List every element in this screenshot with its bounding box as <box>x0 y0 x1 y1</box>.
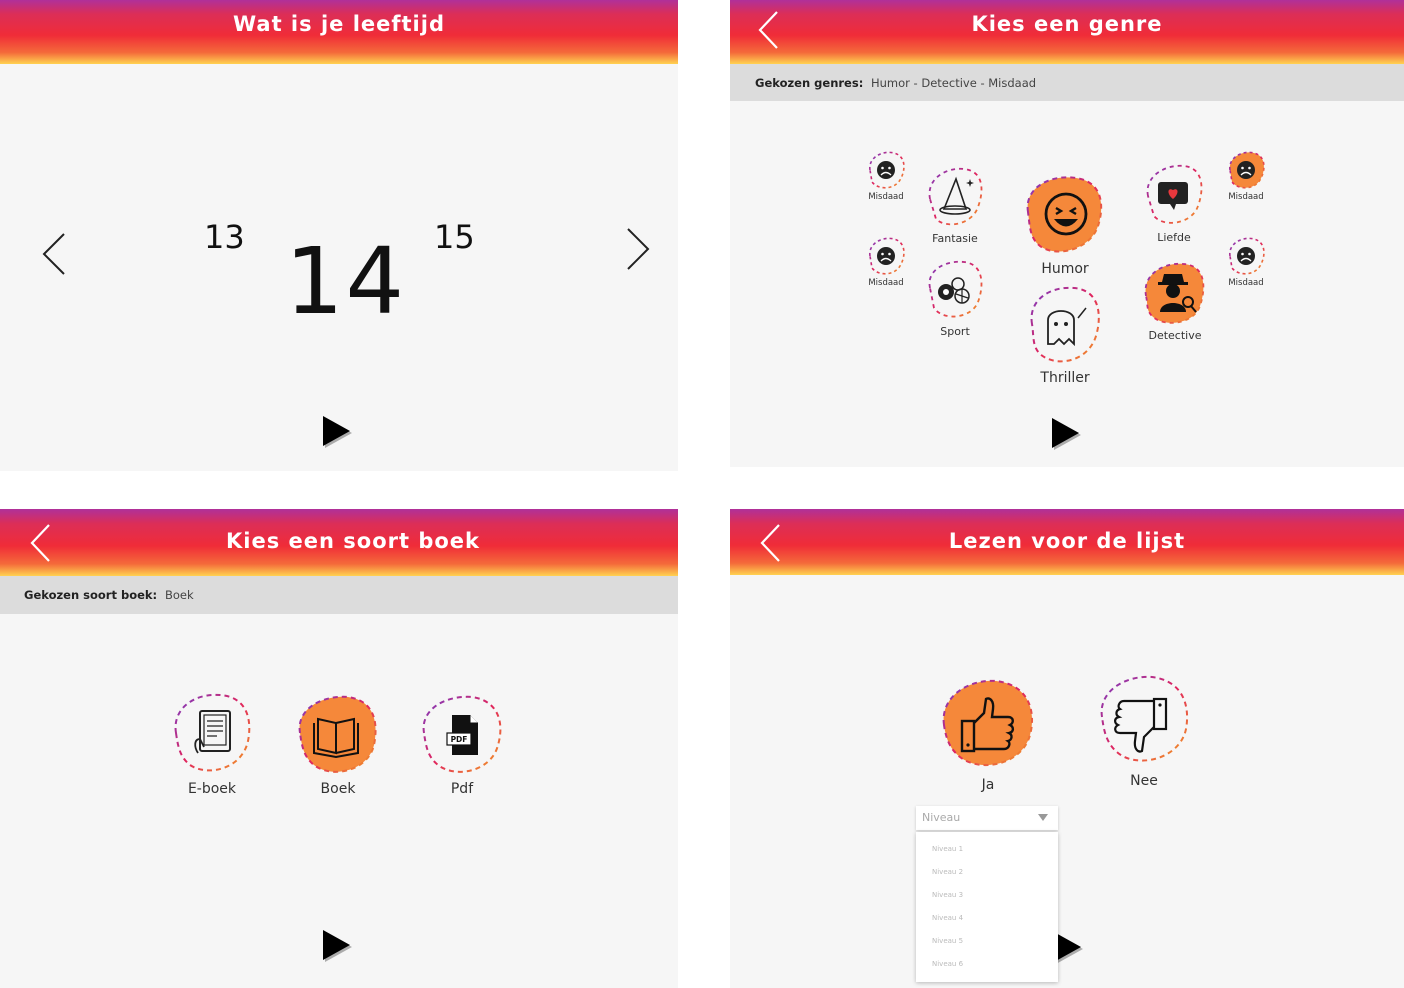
thumbs-up-icon <box>942 679 1034 766</box>
niveau-option[interactable]: Niveau 4 <box>932 914 963 922</box>
genre-fantasie[interactable]: Fantasie <box>922 165 988 245</box>
yes-label: Ja <box>981 777 995 793</box>
niveau-option[interactable]: Niveau 1 <box>932 845 963 853</box>
no-label: Nee <box>1130 773 1158 789</box>
genre-misdaad[interactable]: Misdaad <box>1224 150 1268 202</box>
genre-label: Fantasie <box>932 232 978 245</box>
genre-thriller[interactable]: Thriller <box>1022 282 1108 386</box>
niveau-dropdown-list: Niveau 1 Niveau 2 Niveau 3 Niveau 4 Niveau 5… <box>916 832 1058 982</box>
chosen-booktype-label: Gekozen soort boek: <box>24 588 158 602</box>
genre-screen: Kies een genre Gekozen genres: Humor - D… <box>730 0 1404 467</box>
chevron-right-icon[interactable] <box>622 225 654 273</box>
no-option[interactable]: Nee <box>1094 673 1194 789</box>
genre-misdaad[interactable]: Misdaad <box>1224 236 1268 288</box>
page-title: Kies een genre <box>971 12 1163 36</box>
genre-label: Detective <box>1148 329 1202 342</box>
niveau-option[interactable]: Niveau 3 <box>932 891 963 899</box>
pdf-badge: PDF <box>451 735 468 744</box>
play-icon[interactable] <box>1050 417 1082 451</box>
yes-option[interactable]: Ja <box>938 677 1038 793</box>
page-title: Kies een soort boek <box>226 529 480 553</box>
booktype-screen: Kies een soort boek Gekozen soort boek: … <box>0 509 678 988</box>
genre-sport[interactable]: Sport <box>922 258 988 338</box>
play-icon[interactable] <box>321 415 353 449</box>
ghost-icon <box>1030 286 1100 363</box>
header: Wat is je leeftijd <box>0 0 678 64</box>
genre-label: Liefde <box>1157 231 1191 244</box>
sport-balls-icon <box>928 260 983 318</box>
genre-label: Thriller <box>1040 370 1090 386</box>
wizard-hat-icon <box>928 167 983 226</box>
niveau-option[interactable]: Niveau 6 <box>932 960 963 968</box>
niveau-option[interactable]: Niveau 5 <box>932 937 963 945</box>
chevron-left-icon[interactable] <box>38 230 70 278</box>
niveau-option[interactable]: Niveau 2 <box>932 868 963 876</box>
booktype-pdf[interactable]: PDF Pdf <box>418 693 506 797</box>
genre-misdaad[interactable]: Misdaad <box>864 150 908 202</box>
booktype-boek[interactable]: Boek <box>294 693 382 797</box>
genre-label: Misdaad <box>1228 278 1264 288</box>
laughing-face-icon <box>1026 176 1103 253</box>
genre-label: Misdaad <box>1228 192 1264 202</box>
genre-humor[interactable]: Humor <box>1020 172 1110 277</box>
niveau-select[interactable]: Niveau <box>916 806 1058 830</box>
age-next-value[interactable]: 15 <box>434 218 475 256</box>
list-screen: Lezen voor de lijst Ja Nee Niveau Niveau… <box>730 509 1404 988</box>
niveau-select-value: Niveau <box>922 811 961 824</box>
chosen-booktype-value: Boek <box>165 588 194 602</box>
page-title: Lezen voor de lijst <box>948 529 1186 553</box>
pdf-file-icon: PDF <box>422 695 502 773</box>
genre-detective[interactable]: Detective <box>1140 260 1210 342</box>
chosen-genres-label: Gekozen genres: <box>755 76 864 90</box>
header: Lezen voor de lijst <box>730 509 1404 575</box>
genre-label: Humor <box>1041 261 1089 277</box>
header: Kies een soort boek <box>0 509 678 576</box>
booktype-ebook[interactable]: E-boek <box>168 691 256 797</box>
chosen-booktype-bar: Gekozen soort boek: Boek <box>0 576 678 614</box>
page-title: Wat is je leeftijd <box>233 12 445 36</box>
booktype-label: Pdf <box>450 781 474 797</box>
caret-down-icon <box>1038 814 1048 821</box>
age-current-value: 14 <box>285 228 407 335</box>
header: Kies een genre <box>730 0 1404 64</box>
play-icon[interactable] <box>321 929 353 963</box>
chosen-genres-bar: Gekozen genres: Humor - Detective - Misd… <box>730 64 1404 101</box>
ebook-reader-icon <box>174 693 251 772</box>
angry-face-icon <box>869 151 905 189</box>
chosen-genres-value: Humor - Detective - Misdaad <box>871 76 1037 90</box>
open-book-icon <box>298 695 377 773</box>
angry-face-icon <box>1229 237 1265 275</box>
thumbs-down-icon <box>1100 675 1189 762</box>
detective-icon <box>1144 262 1205 324</box>
genre-label: Sport <box>940 325 970 338</box>
age-prev-value[interactable]: 13 <box>204 218 245 256</box>
angry-face-icon <box>1229 151 1265 189</box>
age-screen: Wat is je leeftijd 13 14 15 <box>0 0 678 471</box>
